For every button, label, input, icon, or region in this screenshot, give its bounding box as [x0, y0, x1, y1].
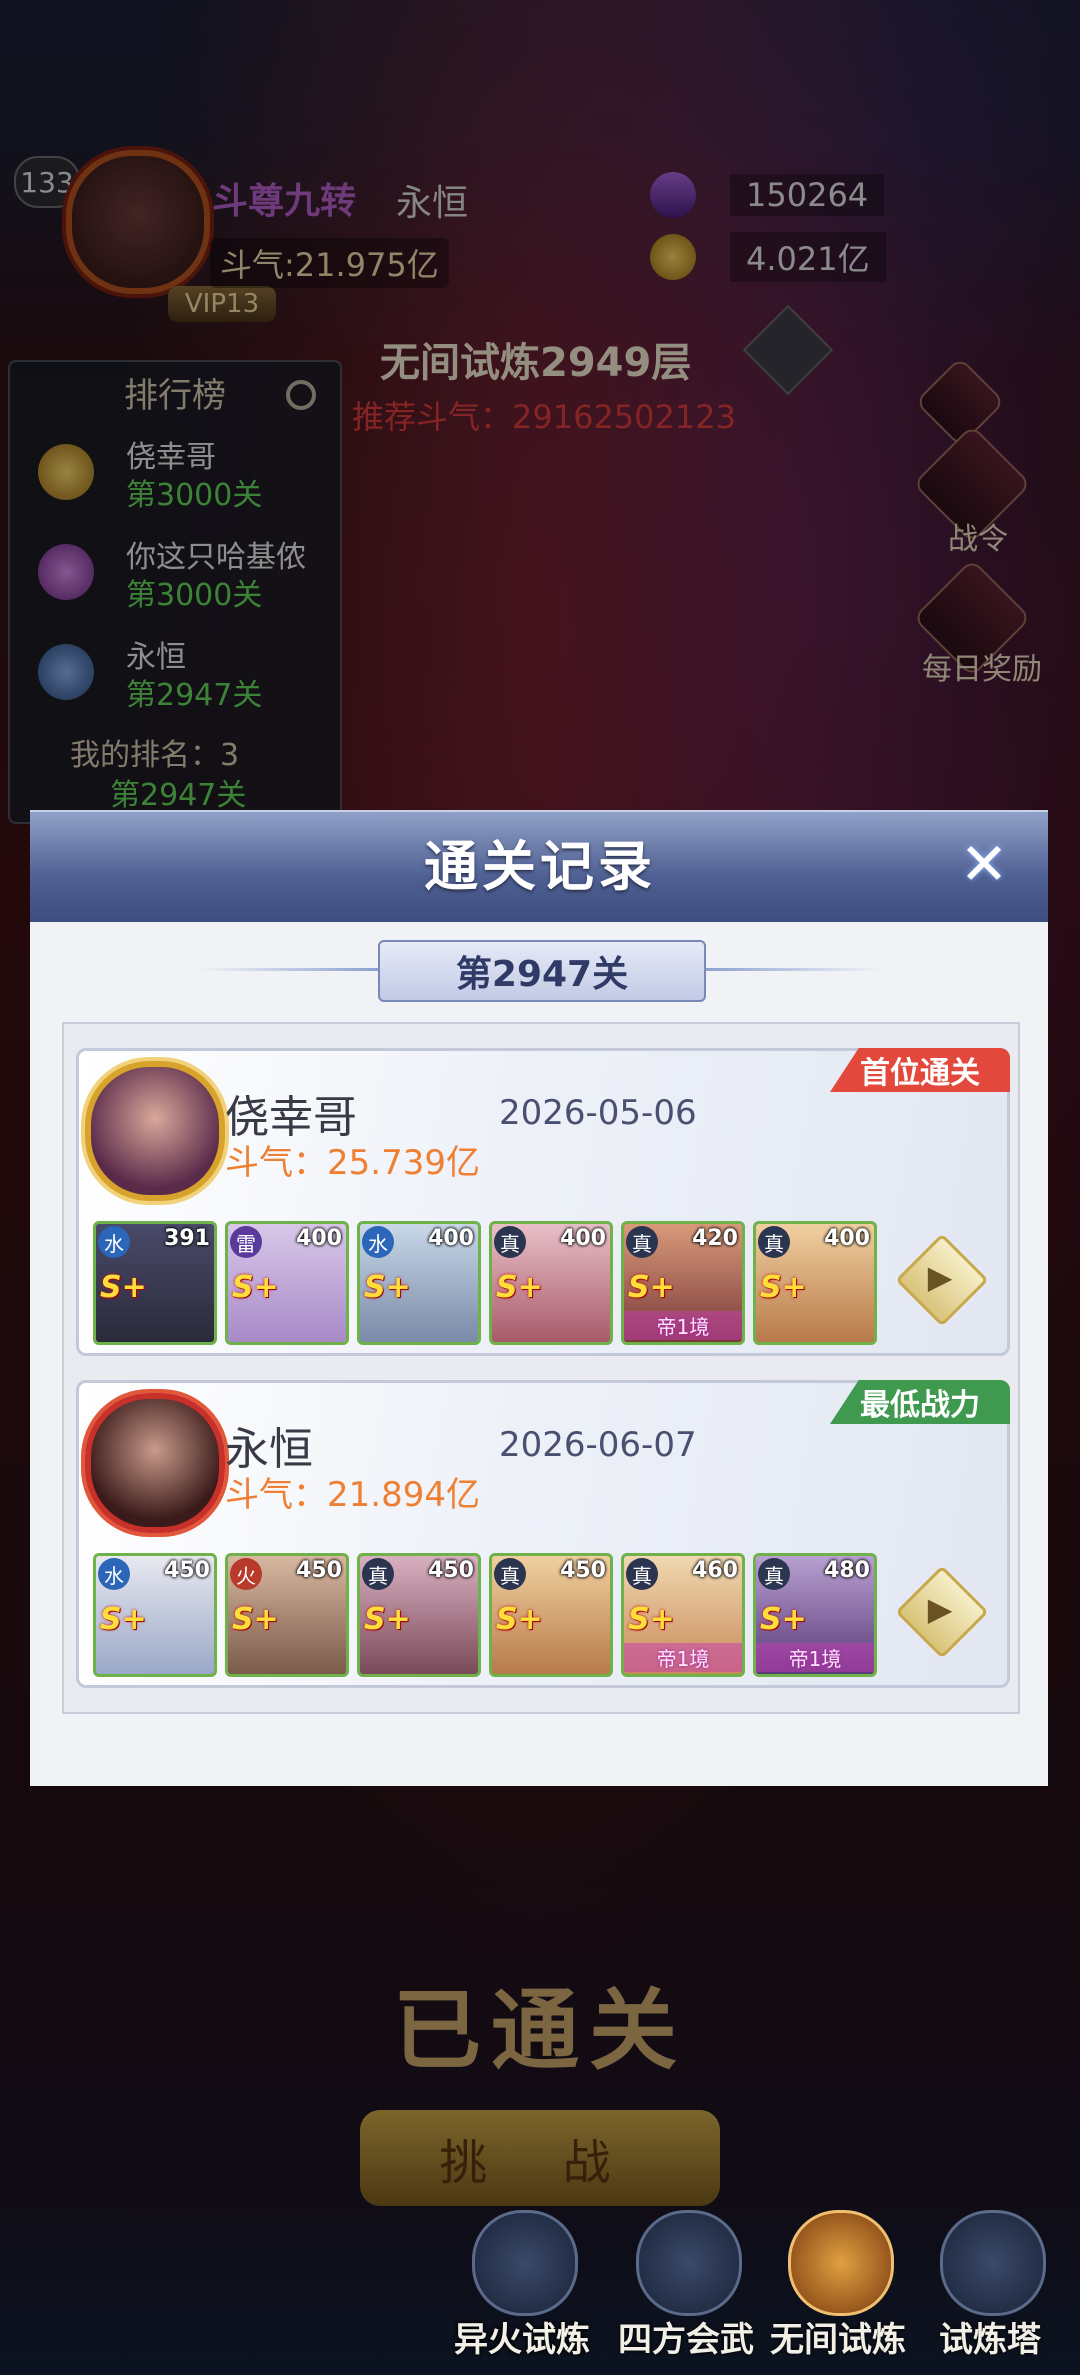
- element-badge: 水: [362, 1226, 394, 1258]
- hero-grade: S+: [628, 1270, 675, 1305]
- hero-level: 400: [428, 1226, 474, 1251]
- hero-grade: S+: [232, 1602, 279, 1637]
- element-badge: 真: [626, 1558, 658, 1590]
- hero-realm: 帝1境: [624, 1643, 742, 1672]
- close-icon: ✕: [959, 830, 1009, 898]
- hero-level: 400: [824, 1226, 870, 1251]
- avatar[interactable]: [85, 1061, 225, 1201]
- divider: [200, 968, 380, 971]
- hero-card[interactable]: 水 400 S+: [357, 1221, 481, 1345]
- hero-card[interactable]: 真 460 S+ 帝1境: [621, 1553, 745, 1677]
- status-badge: 最低战力: [830, 1380, 1010, 1424]
- hero-grade: S+: [100, 1602, 147, 1637]
- hero-level: 450: [296, 1558, 342, 1583]
- status-badge: 首位通关: [830, 1048, 1010, 1092]
- hero-grade: S+: [364, 1602, 411, 1637]
- element-badge: 雷: [230, 1226, 262, 1258]
- tower-icon: [940, 2210, 1046, 2316]
- record-card: 永恒 斗气：21.894亿 2026-06-07 最低战力 水 450 S+ 火…: [76, 1380, 1010, 1688]
- hero-card[interactable]: 真 420 S+ 帝1境: [621, 1221, 745, 1345]
- hero-card[interactable]: 真 450 S+: [489, 1553, 613, 1677]
- record-card: 侥幸哥 斗气：25.739亿 2026-05-06 首位通关 水 391 S+ …: [76, 1048, 1010, 1356]
- hero-level: 480: [824, 1558, 870, 1583]
- element-badge: 真: [758, 1226, 790, 1258]
- video-camera-icon: ▶: [927, 1258, 953, 1296]
- hero-realm: 帝1境: [756, 1643, 874, 1672]
- hero-card[interactable]: 水 391 S+: [93, 1221, 217, 1345]
- hero-level: 420: [692, 1226, 738, 1251]
- fire-trial-icon: [472, 2210, 578, 2316]
- element-badge: 真: [626, 1226, 658, 1258]
- divider: [700, 968, 880, 971]
- hero-level: 450: [428, 1558, 474, 1583]
- hero-grade: S+: [628, 1602, 675, 1637]
- hero-card[interactable]: 真 400 S+: [489, 1221, 613, 1345]
- record-player-power: 斗气：25.739亿: [225, 1143, 480, 1183]
- hero-grade: S+: [364, 1270, 411, 1305]
- hero-card[interactable]: 真 400 S+: [753, 1221, 877, 1345]
- hero-card[interactable]: 水 450 S+: [93, 1553, 217, 1677]
- record-date: 2026-05-06: [499, 1093, 697, 1133]
- hero-level: 450: [164, 1558, 210, 1583]
- hero-level: 450: [560, 1558, 606, 1583]
- hero-card[interactable]: 真 480 S+ 帝1境: [753, 1553, 877, 1677]
- nav-label: 异火试炼: [454, 2320, 590, 2360]
- close-button[interactable]: ✕: [952, 830, 1016, 898]
- hero-card[interactable]: 真 450 S+: [357, 1553, 481, 1677]
- hero-grade: S+: [496, 1270, 543, 1305]
- element-badge: 真: [494, 1226, 526, 1258]
- nav-item-trial-tower[interactable]: 试炼塔: [900, 2210, 1080, 2375]
- nav-label: 试炼塔: [939, 2320, 1041, 2360]
- element-badge: 火: [230, 1558, 262, 1590]
- hero-level: 400: [296, 1226, 342, 1251]
- hero-grade: S+: [760, 1602, 807, 1637]
- nav-item-fire-trial-top[interactable]: 异火试炼: [432, 2210, 612, 2375]
- hero-level: 400: [560, 1226, 606, 1251]
- element-badge: 真: [494, 1558, 526, 1590]
- hero-grade: S+: [496, 1602, 543, 1637]
- stage-label: 第2947关: [378, 940, 706, 1002]
- hero-grade: S+: [232, 1270, 279, 1305]
- element-badge: 真: [362, 1558, 394, 1590]
- video-camera-icon: ▶: [927, 1590, 953, 1628]
- hero-grade: S+: [100, 1270, 147, 1305]
- record-date: 2026-06-07: [499, 1425, 697, 1465]
- hero-level: 391: [164, 1226, 210, 1251]
- element-badge: 真: [758, 1558, 790, 1590]
- hero-realm: 帝1境: [624, 1311, 742, 1340]
- hero-card[interactable]: 雷 400 S+: [225, 1221, 349, 1345]
- modal-title: 通关记录: [424, 835, 656, 898]
- hero-grade: S+: [760, 1270, 807, 1305]
- pagoda-icon: [788, 2210, 894, 2316]
- hero-card[interactable]: 火 450 S+: [225, 1553, 349, 1677]
- arena-icon: [636, 2210, 742, 2316]
- record-player-power: 斗气：21.894亿: [225, 1475, 480, 1515]
- element-badge: 水: [98, 1558, 130, 1590]
- avatar[interactable]: [85, 1393, 225, 1533]
- element-badge: 水: [98, 1226, 130, 1258]
- hero-level: 460: [692, 1558, 738, 1583]
